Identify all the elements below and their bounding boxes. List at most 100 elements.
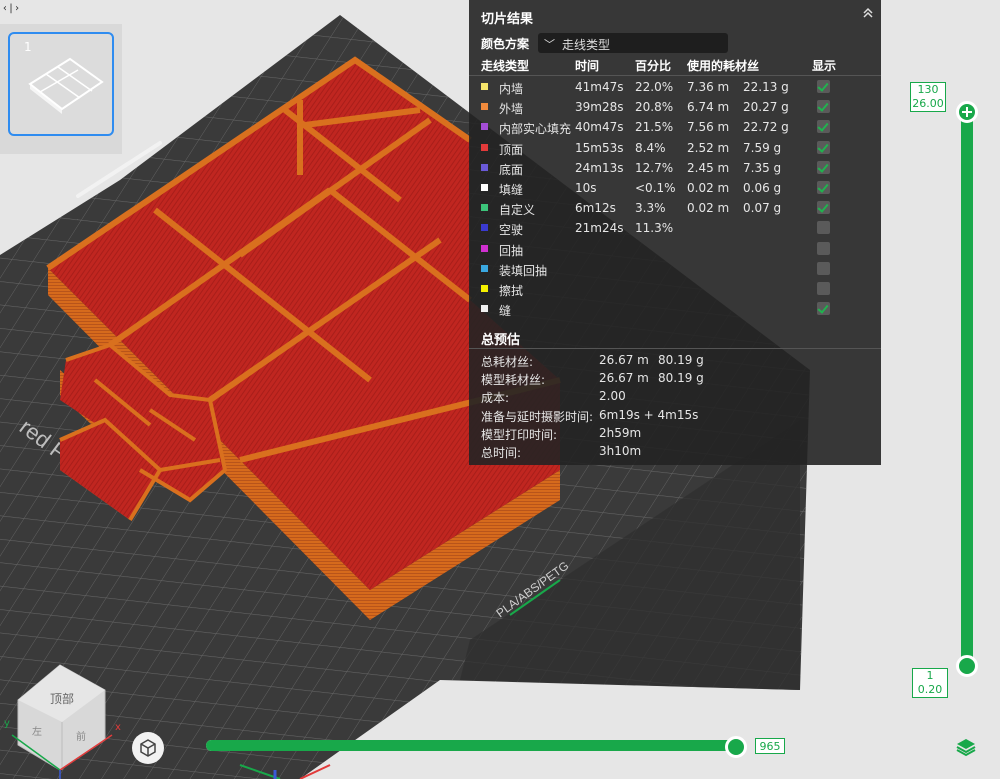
move-slider-track[interactable] bbox=[206, 740, 736, 751]
row-name: 空驶 bbox=[499, 223, 524, 238]
row-pct: 21.5% bbox=[635, 120, 674, 135]
3d-viewport[interactable]: red PEI Plate PLA/ABS/PETG bbox=[0, 0, 1000, 779]
row-pct: 11.3% bbox=[635, 221, 674, 236]
row-weight: 0.07 g bbox=[743, 201, 782, 216]
estimate-title: 总预估 bbox=[481, 333, 521, 348]
row-name: 缝 bbox=[499, 304, 512, 319]
bottom-layer-label: 1 0.20 bbox=[912, 668, 948, 698]
reset-view-button[interactable] bbox=[132, 732, 164, 764]
estimate-label: 成本: bbox=[481, 391, 510, 406]
show-checkbox[interactable] bbox=[817, 241, 830, 255]
color-swatch bbox=[481, 83, 488, 90]
row-name: 内墙 bbox=[499, 82, 524, 96]
row-time: 41m47s bbox=[575, 80, 624, 94]
view-cube-front-label: 前 bbox=[76, 730, 86, 743]
line-type-row: 擦拭 bbox=[469, 279, 881, 299]
row-time: 40m47s bbox=[575, 120, 624, 135]
estimate-v1: 2.00 bbox=[599, 389, 626, 404]
row-time: 6m12s bbox=[575, 201, 616, 216]
row-pct: <0.1% bbox=[635, 181, 676, 195]
layers-icon[interactable] bbox=[955, 736, 977, 758]
estimate-row: 成本: 2.00 bbox=[469, 387, 881, 405]
color-swatch bbox=[481, 204, 488, 212]
estimate-label: 总时间: bbox=[481, 446, 522, 460]
estimate-v2: 80.19 g bbox=[658, 371, 704, 386]
color-scheme-label: 颜色方案 bbox=[481, 37, 530, 51]
estimate-v2: 80.19 g bbox=[658, 353, 704, 367]
row-name: 底面 bbox=[499, 162, 524, 177]
estimate-v1: 2h59m bbox=[599, 425, 642, 440]
line-type-row: 填缝 10s <0.1% 0.02 m 0.06 g bbox=[469, 178, 881, 198]
layer-slider-bottom-handle[interactable] bbox=[956, 655, 978, 677]
header-divider bbox=[469, 75, 881, 76]
row-time: 24m13s bbox=[575, 160, 624, 175]
show-checkbox[interactable] bbox=[817, 302, 830, 316]
row-len: 7.56 m bbox=[687, 120, 730, 135]
row-name: 自定义 bbox=[499, 203, 536, 218]
col-header-time: 时间 bbox=[575, 59, 600, 73]
plate-thumbnail[interactable]: 1 bbox=[8, 32, 114, 136]
estimate-label: 模型打印时间: bbox=[481, 427, 558, 442]
estimate-label: 准备与延时摄影时间: bbox=[481, 409, 594, 424]
line-type-row: 顶面 15m53s 8.4% 2.52 m 7.59 g bbox=[469, 138, 881, 158]
plate-list-panel: 1 bbox=[0, 24, 122, 154]
bottom-layer-height: 0.20 bbox=[917, 683, 943, 696]
row-weight: 22.13 g bbox=[743, 80, 789, 94]
row-name: 擦拭 bbox=[499, 284, 524, 298]
row-pct: 22.0% bbox=[635, 80, 674, 94]
row-name: 回抽 bbox=[499, 243, 524, 258]
row-weight: 22.72 g bbox=[743, 120, 789, 135]
show-checkbox[interactable] bbox=[817, 140, 830, 154]
line-type-row: 装填回抽 bbox=[469, 259, 881, 279]
row-pct: 3.3% bbox=[635, 201, 666, 216]
show-checkbox[interactable] bbox=[817, 120, 830, 134]
estimate-v1: 26.67 m bbox=[599, 371, 649, 386]
move-slider-handle[interactable] bbox=[725, 736, 747, 758]
show-checkbox[interactable] bbox=[817, 221, 830, 235]
estimate-v1: 26.67 m bbox=[599, 353, 649, 367]
show-checkbox[interactable] bbox=[817, 201, 830, 215]
row-weight: 20.27 g bbox=[743, 100, 789, 115]
row-time: 21m24s bbox=[575, 221, 624, 236]
show-checkbox[interactable] bbox=[817, 100, 830, 114]
layer-slider-track[interactable] bbox=[961, 110, 973, 668]
panel-title: 切片结果 bbox=[481, 12, 534, 27]
show-checkbox[interactable] bbox=[817, 160, 830, 174]
show-checkbox[interactable] bbox=[817, 181, 830, 194]
color-swatch bbox=[481, 244, 488, 252]
view-cube-left-label: 左 bbox=[32, 725, 42, 738]
plate-number: 1 bbox=[24, 40, 32, 54]
color-swatch bbox=[481, 264, 488, 272]
sidebar-collapse-button[interactable]: ‹|› bbox=[2, 2, 20, 16]
line-type-row: 缝 bbox=[469, 299, 881, 319]
col-header-show: 显示 bbox=[812, 59, 837, 73]
show-checkbox[interactable] bbox=[817, 80, 830, 93]
row-weight: 7.35 g bbox=[743, 160, 782, 175]
row-time: 39m28s bbox=[575, 100, 624, 115]
line-type-row: 回抽 bbox=[469, 239, 881, 259]
cube-view-icon bbox=[140, 739, 156, 757]
estimate-divider bbox=[469, 348, 881, 349]
color-swatch bbox=[481, 184, 488, 191]
svg-text:y: y bbox=[4, 718, 10, 729]
view-cube-top-label: 顶部 bbox=[50, 691, 74, 706]
line-type-row: 自定义 6m12s 3.3% 0.02 m 0.07 g bbox=[469, 198, 881, 218]
line-type-row: 底面 24m13s 12.7% 2.45 m 7.35 g bbox=[469, 158, 881, 178]
estimate-v1: 6m19s + 4m15s bbox=[599, 407, 699, 422]
show-checkbox[interactable] bbox=[817, 261, 830, 275]
top-layer-number: 130 bbox=[917, 83, 939, 96]
row-name: 顶面 bbox=[499, 142, 524, 157]
plus-icon bbox=[962, 107, 972, 117]
row-name: 外墙 bbox=[499, 102, 524, 117]
chevron-down-icon: ﹀ bbox=[544, 38, 555, 51]
color-scheme-dropdown[interactable]: ﹀ 走线类型 bbox=[538, 33, 728, 53]
color-scheme-value: 走线类型 bbox=[562, 38, 611, 52]
show-checkbox[interactable] bbox=[817, 282, 830, 295]
row-name: 装填回抽 bbox=[499, 263, 548, 278]
chevron-double-up-icon[interactable] bbox=[861, 6, 875, 20]
estimate-row: 模型耗材丝: 26.67 m 80.19 g bbox=[469, 369, 881, 387]
layer-slider-top-handle[interactable] bbox=[956, 101, 978, 123]
col-header-type: 走线类型 bbox=[481, 59, 530, 73]
row-len: 7.36 m bbox=[687, 80, 730, 94]
estimate-row: 总时间: 3h10m bbox=[469, 442, 881, 460]
